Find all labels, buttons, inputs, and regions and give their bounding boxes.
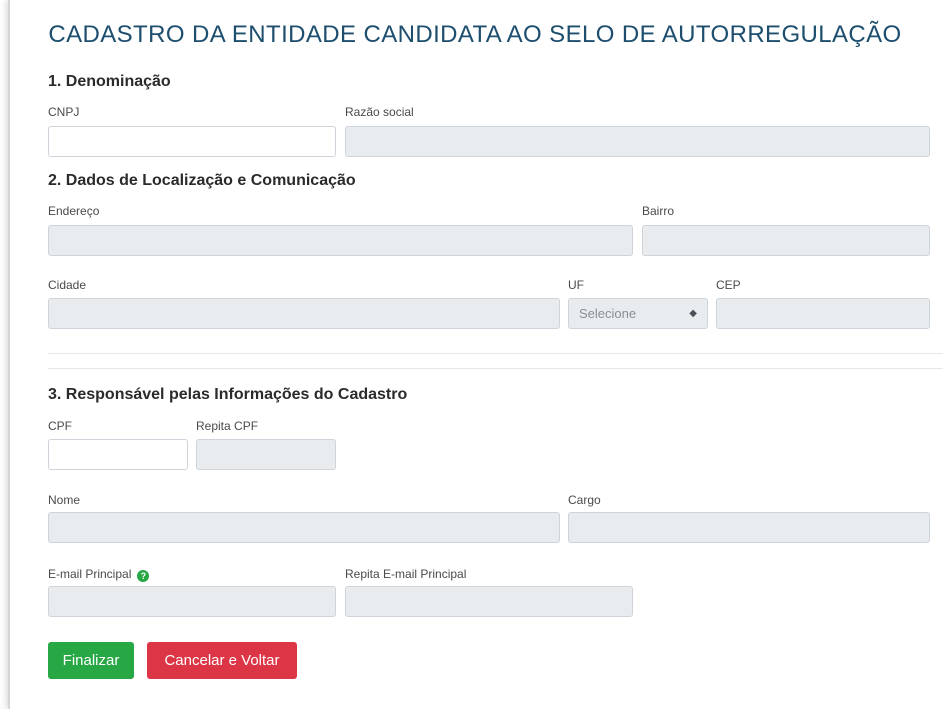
cpf-label: CPF (48, 419, 72, 433)
bairro-field (642, 225, 930, 256)
cep-field (716, 298, 930, 329)
repita-cpf-field (196, 439, 336, 470)
section-localizacao-heading: 2. Dados de Localização e Comunicação (48, 172, 356, 189)
form-page: CADASTRO DA ENTIDADE CANDIDATA AO SELO D… (8, 0, 945, 709)
uf-label: UF (568, 278, 584, 292)
finalizar-button[interactable]: Finalizar (48, 642, 134, 679)
cargo-field (568, 512, 930, 543)
cancelar-voltar-button[interactable]: Cancelar e Voltar (147, 642, 297, 679)
email-principal-label: E-mail Principal (48, 567, 132, 581)
divider-bottom (48, 368, 943, 369)
cnpj-label: CNPJ (48, 105, 80, 119)
email-principal-label-row: E-mail Principal? (48, 566, 150, 582)
page-title: CADASTRO DA ENTIDADE CANDIDATA AO SELO D… (48, 21, 902, 48)
nome-field (48, 512, 560, 543)
nome-label: Nome (48, 493, 81, 507)
email-principal-field (48, 586, 336, 617)
repita-email-field (345, 586, 633, 617)
razao-social-field (345, 126, 930, 157)
cidade-field (48, 298, 560, 329)
cep-label: CEP (716, 278, 741, 292)
endereco-label: Endereço (48, 204, 100, 218)
uf-select[interactable]: Selecione ◆ (568, 298, 708, 329)
bairro-label: Bairro (642, 204, 675, 218)
uf-selected-value: Selecione (579, 306, 637, 321)
section-denominacao-heading: 1. Denominação (48, 73, 171, 90)
cpf-field[interactable] (48, 439, 188, 470)
select-arrows-icon: ◆ (689, 308, 697, 319)
repita-email-label: Repita E-mail Principal (345, 567, 467, 581)
cargo-label: Cargo (568, 493, 601, 507)
divider-top (48, 353, 943, 354)
cnpj-field[interactable] (48, 126, 336, 157)
repita-cpf-label: Repita CPF (196, 419, 259, 433)
help-icon[interactable]: ? (137, 570, 150, 582)
razao-social-label: Razão social (345, 105, 414, 119)
endereco-field (48, 225, 633, 256)
cidade-label: Cidade (48, 278, 87, 292)
section-responsavel-heading: 3. Responsável pelas Informações do Cada… (48, 386, 408, 403)
